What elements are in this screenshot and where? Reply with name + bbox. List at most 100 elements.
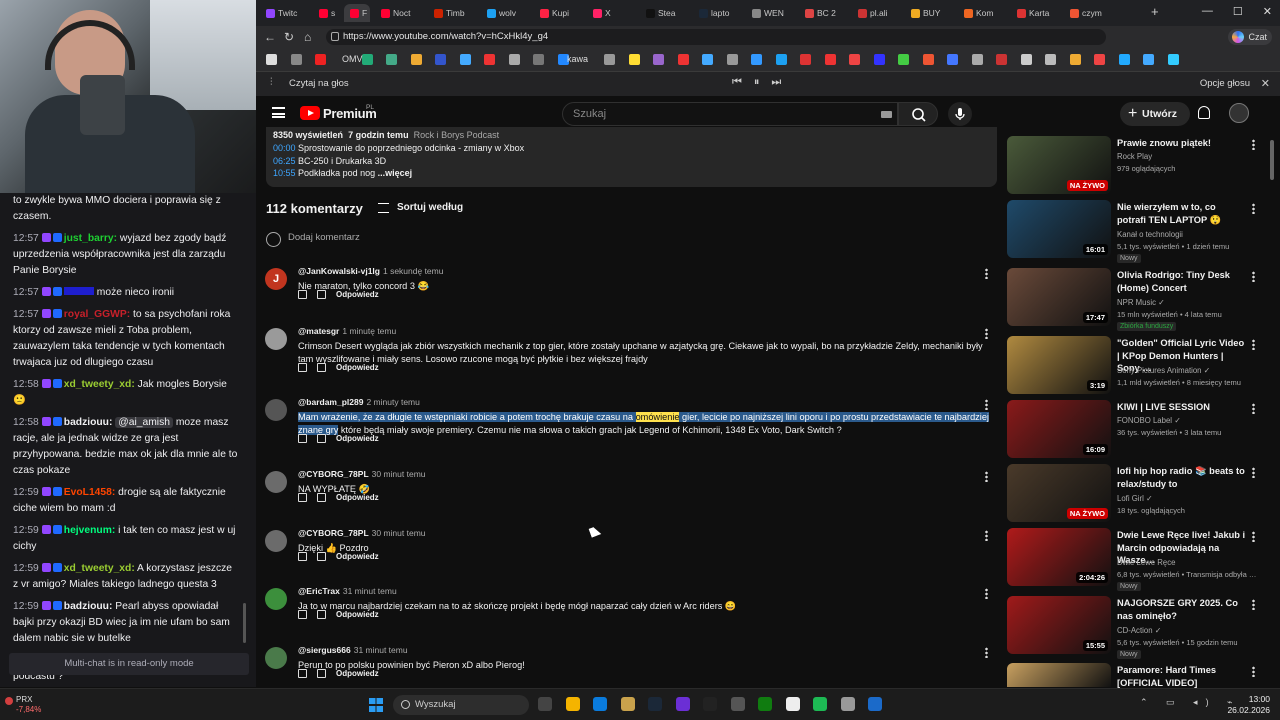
- bookmark-favicon-icon[interactable]: [849, 54, 860, 65]
- recommended-title[interactable]: Olivia Rodrigo: Tiny Desk (Home) Concert: [1117, 269, 1247, 294]
- bookmark-favicon-icon[interactable]: [922, 54, 934, 65]
- bookmark-favicon-icon[interactable]: [1167, 54, 1179, 65]
- taskbar-app-icon[interactable]: [868, 697, 882, 711]
- comment-more-icon[interactable]: [985, 471, 988, 482]
- comment-more-icon[interactable]: [985, 328, 988, 339]
- reply-button[interactable]: Odpowiedz: [336, 669, 379, 678]
- bookmark-favicon-icon[interactable]: [775, 54, 787, 65]
- playback-controls[interactable]: ⏮⏸⏭: [732, 76, 793, 89]
- bookmark-favicon-icon[interactable]: [533, 54, 544, 65]
- bookmark-favicon-icon[interactable]: [484, 54, 495, 65]
- browser-tab[interactable]: Timb: [428, 4, 476, 22]
- browser-tab[interactable]: BUY: [905, 4, 953, 22]
- chapter-timestamp[interactable]: 10:55: [273, 168, 296, 178]
- maximize-icon[interactable]: ☐: [1233, 5, 1243, 18]
- browser-tab[interactable]: Noct: [375, 4, 423, 22]
- comment-author[interactable]: @EricTrax 31 minut temu: [298, 586, 397, 596]
- comment-author[interactable]: @siergus666 31 minut temu: [298, 645, 408, 655]
- video-thumbnail[interactable]: 17:47: [1007, 268, 1111, 326]
- recommended-channel[interactable]: FONOBO Label ✓: [1117, 416, 1181, 425]
- taskbar-app-icon[interactable]: [813, 697, 827, 711]
- url-input[interactable]: https://www.youtube.com/watch?v=hCxHkl4y…: [326, 29, 1106, 45]
- recommended-channel[interactable]: Rock Play: [1117, 152, 1152, 161]
- browser-tab[interactable]: s: [313, 4, 339, 22]
- minimize-icon[interactable]: —: [1202, 5, 1213, 18]
- bookmark-favicon-icon[interactable]: [315, 54, 326, 65]
- recommended-title[interactable]: Nie wierzyłem w to, co potrafi TEN LAPTO…: [1117, 201, 1247, 226]
- recommended-title[interactable]: KIWI | LIVE SESSION: [1117, 401, 1247, 414]
- bookmark-favicon-icon[interactable]: [1118, 54, 1130, 65]
- recommended-title[interactable]: NAJGORSZE GRY 2025. Co nas ominęło?: [1117, 597, 1247, 622]
- comment-time[interactable]: 31 minut temu: [354, 645, 408, 655]
- bookmark-favicon-icon[interactable]: [971, 54, 983, 65]
- bookmark-favicon-icon[interactable]: [898, 54, 909, 65]
- show-more-link[interactable]: ...więcej: [378, 168, 413, 178]
- recommended-channel[interactable]: Kanał o technologii: [1117, 230, 1183, 239]
- chapter-item[interactable]: 06:25 BC-250 i Drukarka 3D: [273, 155, 990, 168]
- comment-avatar[interactable]: [265, 471, 287, 493]
- bookmark-favicon-icon[interactable]: [604, 54, 615, 65]
- system-tray[interactable]: ⌃ ▭ ◂) ⌁: [1140, 697, 1240, 708]
- video-thumbnail[interactable]: 16:01: [1007, 200, 1111, 258]
- start-menu-icon[interactable]: [369, 698, 383, 712]
- browser-tab[interactable]: X: [587, 4, 635, 22]
- comment-avatar[interactable]: [265, 328, 287, 350]
- back-icon[interactable]: ←: [264, 30, 276, 44]
- browser-tab[interactable]: wolv: [481, 4, 529, 22]
- sort-button[interactable]: Sortuj według: [378, 202, 463, 213]
- bookmark-favicon-icon[interactable]: [361, 54, 373, 65]
- comment-author-name[interactable]: @CYBORG_78PL: [298, 469, 369, 479]
- browser-tab[interactable]: Twitc: [260, 4, 308, 22]
- chat-username[interactable]: hejvenum:: [64, 525, 116, 536]
- recommended-title[interactable]: Prawie znowu piątek!: [1117, 137, 1247, 150]
- recommended-more-icon[interactable]: [1252, 139, 1255, 150]
- stock-widget[interactable]: PRX -7,84%: [16, 695, 41, 715]
- browser-tab[interactable]: lapto: [693, 4, 741, 22]
- bookmark-favicon-icon[interactable]: [677, 54, 689, 65]
- browser-tab[interactable]: Karta: [1011, 4, 1059, 22]
- chat-username[interactable]: EvoL1458:: [64, 487, 116, 498]
- bookmark-favicon-icon[interactable]: [410, 54, 422, 65]
- recommended-title[interactable]: lofi hip hop radio 📚 beats to relax/stud…: [1117, 465, 1247, 490]
- comment-more-icon[interactable]: [985, 647, 988, 658]
- chapter-item[interactable]: 00:00 Sprostowanie do poprzedniego odcin…: [273, 142, 990, 155]
- taskbar-search[interactable]: Wyszukaj: [393, 695, 529, 715]
- bookmark-favicon-icon[interactable]: [947, 54, 958, 65]
- recommended-more-icon[interactable]: [1252, 666, 1255, 677]
- video-thumbnail[interactable]: 2:04:26: [1007, 528, 1111, 586]
- voice-search-button[interactable]: [948, 102, 972, 126]
- like-icon[interactable]: [298, 552, 307, 561]
- browser-tab[interactable]: pl.ali: [852, 4, 900, 22]
- bookmark-favicon-icon[interactable]: [726, 54, 738, 65]
- reply-button[interactable]: Odpowiedz: [336, 363, 379, 372]
- comment-author-name[interactable]: @bardam_pl289: [298, 397, 363, 407]
- video-thumbnail[interactable]: NA ŻYWO: [1007, 136, 1111, 194]
- chapter-item[interactable]: 10:55 Podkładka pod nog ...więcej: [273, 167, 990, 180]
- chat-username[interactable]: xd_tweety_xd:: [64, 379, 135, 390]
- bookmark-favicon-icon[interactable]: [266, 54, 277, 65]
- account-avatar[interactable]: [1229, 103, 1249, 123]
- bookmark-favicon-icon[interactable]: [435, 54, 446, 65]
- bookmark-favicon-icon[interactable]: [751, 54, 762, 65]
- dislike-icon[interactable]: [317, 669, 326, 678]
- recommended-more-icon[interactable]: [1252, 339, 1255, 350]
- comment-author-name[interactable]: @siergus666: [298, 645, 351, 655]
- bookmark-kawa[interactable]: kawa: [567, 54, 588, 64]
- browser-tab[interactable]: WEN: [746, 4, 794, 22]
- chat-username[interactable]: badziouu:: [64, 417, 113, 428]
- like-icon[interactable]: [298, 493, 307, 502]
- recommended-channel[interactable]: CD-Action ✓: [1117, 626, 1161, 635]
- recommended-more-icon[interactable]: [1252, 531, 1255, 542]
- reply-button[interactable]: Odpowiedz: [336, 290, 379, 299]
- comment-author[interactable]: @matesgr 1 minutę temu: [298, 326, 396, 336]
- bookmark-favicon-icon[interactable]: [628, 54, 640, 65]
- like-icon[interactable]: [298, 610, 307, 619]
- taskbar-app-icon[interactable]: [593, 697, 607, 711]
- comment-more-icon[interactable]: [985, 588, 988, 599]
- voice-options-button[interactable]: Opcje głosu: [1200, 78, 1250, 89]
- recommended-more-icon[interactable]: [1252, 271, 1255, 282]
- taskbar-app-icon[interactable]: [730, 697, 745, 711]
- video-thumbnail[interactable]: 16:09: [1007, 400, 1111, 458]
- recommended-channel[interactable]: Sony Pictures Animation ✓: [1117, 366, 1210, 375]
- comment-more-icon[interactable]: [985, 530, 988, 541]
